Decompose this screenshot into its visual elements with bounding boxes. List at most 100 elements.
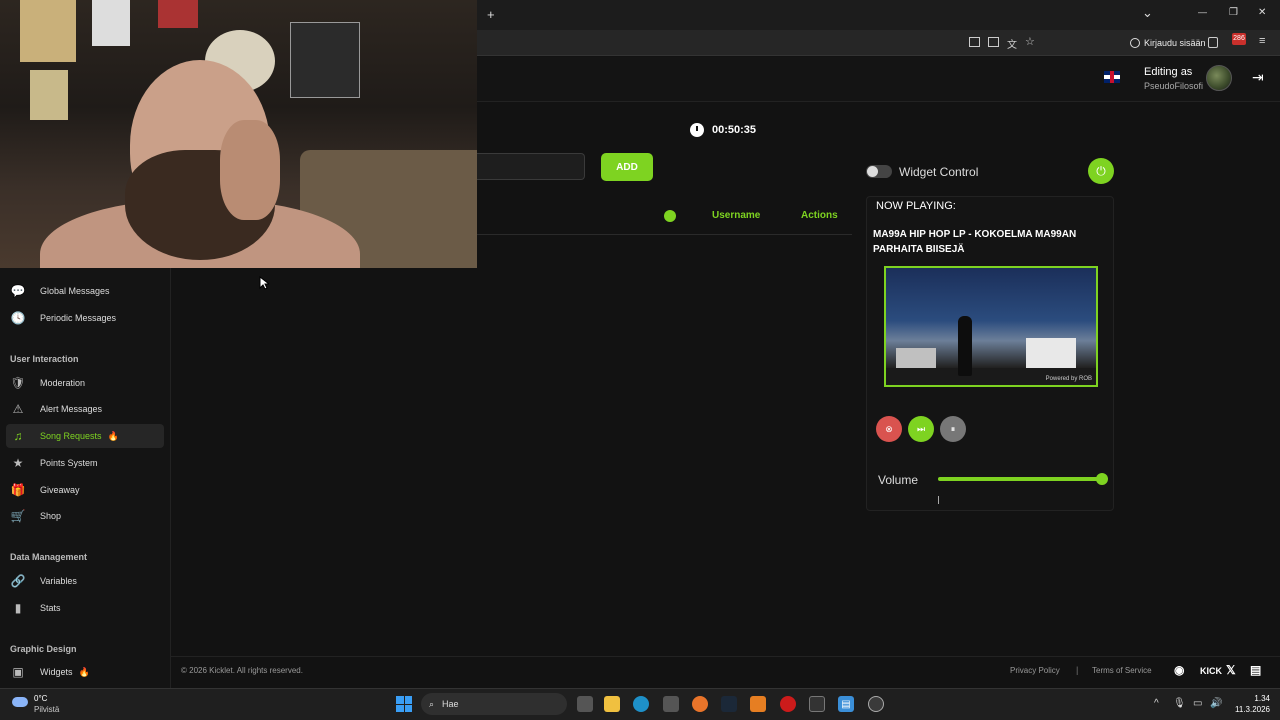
- vlc-icon[interactable]: [750, 696, 766, 712]
- section-data-management: Data Management: [10, 552, 88, 562]
- document-icon[interactable]: ▤: [1250, 663, 1261, 677]
- sidebar-item-label: Stats: [40, 603, 61, 613]
- section-graphic-design: Graphic Design: [10, 644, 77, 654]
- sidebar-item-moderation[interactable]: 🛡 Moderation: [6, 371, 164, 395]
- extension-badge[interactable]: 286: [1232, 33, 1246, 45]
- widget-control-toggle[interactable]: [866, 165, 892, 178]
- gift-icon: 🎁: [10, 483, 26, 497]
- editing-username: PseudoFilosofi: [1144, 81, 1204, 91]
- bookmark-star-icon[interactable]: ☆: [1025, 35, 1035, 48]
- sidebar-item-label: Periodic Messages: [40, 313, 117, 323]
- sidebar-item-widgets[interactable]: ▣ Widgets 🔥: [6, 660, 164, 684]
- sidebar-item-stats[interactable]: ▮ Stats: [6, 596, 164, 620]
- opera-icon[interactable]: [780, 696, 796, 712]
- wall-poster: [290, 22, 360, 98]
- kick-icon[interactable]: KICK: [1200, 666, 1222, 676]
- song-url-input[interactable]: [477, 153, 585, 180]
- thumbnail-watermark: Powered by ROB: [1045, 376, 1092, 382]
- microphone-icon[interactable]: 🎙: [1173, 698, 1186, 709]
- pause-button[interactable]: ⏸: [940, 416, 966, 442]
- taskbar-time[interactable]: 1.34: [1238, 694, 1270, 703]
- fire-icon: 🔥: [78, 666, 90, 677]
- search-icon: ⌕: [429, 698, 435, 709]
- sidebar-item-song-requests[interactable]: ♫ Song Requests 🔥: [6, 424, 164, 448]
- privacy-policy-link[interactable]: Privacy Policy: [1010, 666, 1060, 675]
- taskbar-date[interactable]: 11.3.2026: [1226, 705, 1270, 714]
- restore-button[interactable]: ❐: [1229, 8, 1238, 18]
- file-explorer-icon[interactable]: [604, 696, 620, 712]
- chat-bubble-icon: 💬: [10, 284, 26, 298]
- firefox-icon[interactable]: [692, 696, 708, 712]
- sidebar-item-points-system[interactable]: ★ Points System: [6, 451, 164, 475]
- sidebar-item-shop[interactable]: 🛒 Shop: [6, 504, 164, 528]
- volume-label: Volume: [878, 473, 919, 487]
- windows-start-icon[interactable]: [396, 696, 412, 712]
- tab-list-chevron-icon[interactable]: ⌄: [1142, 6, 1153, 19]
- minimize-button[interactable]: —: [1198, 8, 1207, 17]
- extensions-icon[interactable]: [1208, 37, 1218, 48]
- weather-description[interactable]: Pilvistä: [34, 705, 59, 714]
- wall-poster: [30, 70, 68, 120]
- sidebar-item-periodic-messages[interactable]: 🕓 Periodic Messages: [6, 306, 164, 330]
- logout-icon[interactable]: ⇥: [1252, 69, 1264, 86]
- cloud-icon[interactable]: [12, 697, 28, 707]
- sidebar-item-variables[interactable]: 🔗 Variables: [6, 569, 164, 593]
- power-button[interactable]: ⏻: [1088, 158, 1114, 184]
- widget-control-label: Widget Control: [899, 165, 979, 179]
- volume-slider-track[interactable]: [938, 477, 1102, 481]
- avatar[interactable]: [1206, 65, 1232, 91]
- sidebar-item-label: Song Requests: [40, 431, 102, 441]
- taskbar-search[interactable]: ⌕ Hae: [421, 693, 567, 715]
- mouse-cursor-icon: [259, 276, 269, 290]
- sidebar-item-label: Global Messages: [40, 286, 110, 296]
- volume-slider-handle[interactable]: [1096, 473, 1108, 485]
- browser-menu-icon[interactable]: ≡: [1259, 36, 1265, 47]
- speaker-icon[interactable]: 🔊: [1210, 698, 1222, 709]
- terminal-icon[interactable]: [809, 696, 825, 712]
- sidebar-item-label: Variables: [40, 576, 77, 586]
- task-view-icon[interactable]: [577, 696, 593, 712]
- terms-of-service-link[interactable]: Terms of Service: [1092, 666, 1152, 675]
- install-app-icon[interactable]: [988, 37, 999, 47]
- new-tab-button[interactable]: +: [487, 8, 495, 21]
- remove-song-button[interactable]: ⊗: [876, 416, 902, 442]
- shield-icon: 🛡: [10, 376, 26, 390]
- search-placeholder: Hae: [442, 699, 459, 709]
- network-icon[interactable]: ▭: [1193, 698, 1202, 709]
- sidebar-item-label: Giveaway: [40, 485, 80, 495]
- screenshot-icon[interactable]: [969, 37, 980, 47]
- profile-icon: [1130, 38, 1140, 48]
- clock-icon: 🕓: [10, 311, 26, 325]
- signin-button[interactable]: Kirjaudu sisään: [1124, 34, 1212, 52]
- language-flag-icon[interactable]: [1104, 71, 1120, 83]
- tray-overflow-icon[interactable]: ^: [1154, 698, 1159, 709]
- obs-icon[interactable]: [868, 696, 884, 712]
- widget-icon: ▣: [12, 665, 24, 679]
- discord-icon[interactable]: ◉: [1174, 663, 1184, 677]
- warning-icon: ⚠: [12, 402, 24, 416]
- section-user-interaction: User Interaction: [10, 354, 79, 364]
- thumbnail-person: [958, 316, 972, 376]
- store-icon[interactable]: [663, 696, 679, 712]
- sidebar-item-giveaway[interactable]: 🎁 Giveaway: [6, 478, 164, 502]
- close-window-button[interactable]: ✕: [1258, 8, 1266, 18]
- video-thumbnail[interactable]: Powered by ROB: [884, 266, 1098, 387]
- sidebar-item-global-messages[interactable]: 💬 Global Messages: [6, 279, 164, 303]
- x-icon[interactable]: 𝕏: [1226, 663, 1236, 677]
- edge-icon[interactable]: [633, 696, 649, 712]
- fire-icon: 🔥: [107, 430, 119, 441]
- column-username: Username: [712, 210, 761, 221]
- skip-song-button[interactable]: ⏭: [908, 416, 934, 442]
- translate-icon[interactable]: 文: [1007, 36, 1017, 51]
- add-song-button[interactable]: ADD: [601, 153, 653, 181]
- clock-icon: [690, 123, 704, 137]
- timer-value: 00:50:35: [712, 124, 757, 136]
- column-actions: Actions: [801, 210, 838, 221]
- person-hand: [220, 120, 280, 220]
- steam-icon[interactable]: [721, 696, 737, 712]
- notepad-icon[interactable]: ▤: [838, 696, 854, 712]
- weather-temperature[interactable]: 0°C: [34, 694, 47, 703]
- sidebar-item-alert-messages[interactable]: ⚠ Alert Messages: [6, 397, 164, 421]
- copyright-text: © 2026 Kicklet. All rights reserved.: [181, 666, 303, 675]
- music-note-icon: ♫: [13, 429, 23, 443]
